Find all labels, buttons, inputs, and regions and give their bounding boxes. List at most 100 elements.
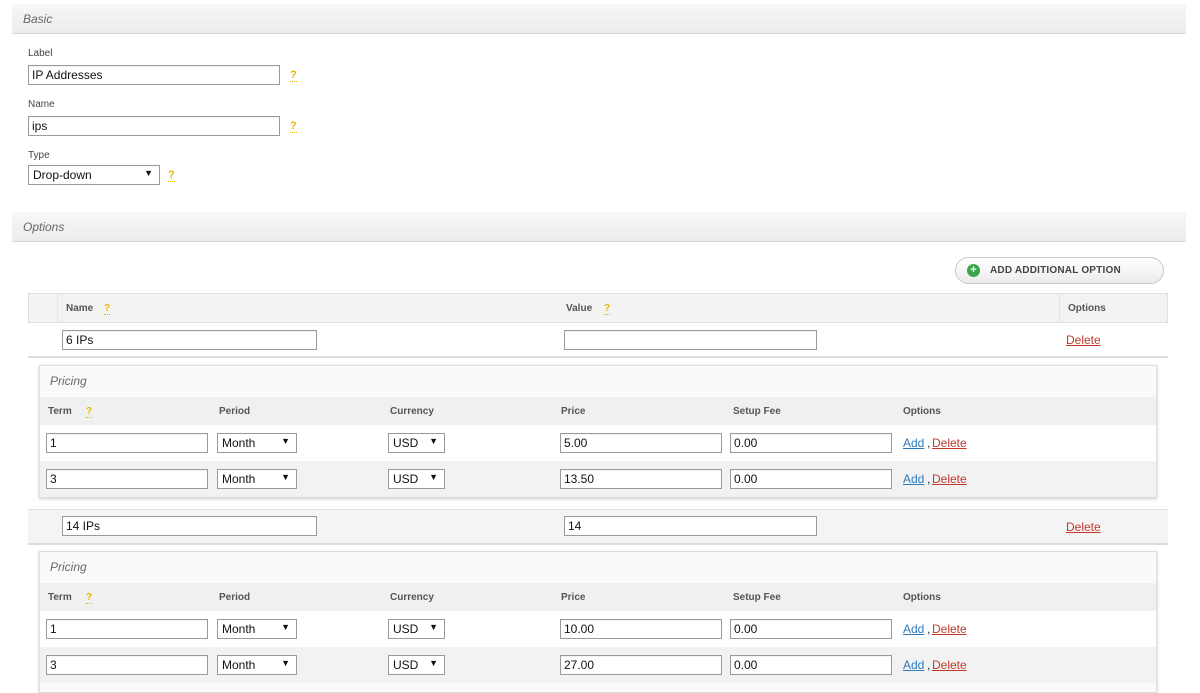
period-select-value: Month: [222, 658, 256, 672]
column-header-price: Price: [561, 592, 586, 603]
label-input[interactable]: [28, 65, 280, 85]
basic-section-header: Basic: [12, 4, 1186, 34]
add-additional-option-label: ADD ADDITIONAL OPTION: [990, 265, 1121, 276]
pricing-header: Term ? Period Currency Price Setup Fee O…: [40, 397, 1156, 425]
price-input[interactable]: [560, 619, 722, 639]
dropdown-arrow-icon: ▼: [281, 658, 290, 668]
name-input[interactable]: [28, 116, 280, 136]
add-pricing-link[interactable]: Add: [903, 622, 924, 636]
link-separator: ,: [927, 436, 931, 450]
column-header-currency: Currency: [390, 406, 434, 417]
currency-select[interactable]: USD ▼: [388, 469, 445, 489]
option-value-input[interactable]: [564, 330, 817, 350]
dropdown-arrow-icon: ▼: [429, 658, 438, 668]
help-icon[interactable]: ?: [290, 121, 297, 133]
pricing-title: Pricing: [50, 374, 87, 388]
pricing-row: Month ▼ USD ▼ Add , Delete: [40, 461, 1156, 497]
currency-select-value: USD: [393, 436, 419, 450]
term-input[interactable]: [46, 619, 208, 639]
column-header-options: Options: [903, 592, 941, 603]
setup-fee-input[interactable]: [730, 433, 892, 453]
column-header-setup-fee: Setup Fee: [733, 406, 781, 417]
delete-option-link[interactable]: Delete: [1066, 520, 1101, 534]
column-header-period: Period: [219, 406, 251, 417]
link-separator: ,: [927, 658, 931, 672]
currency-select[interactable]: USD ▼: [388, 655, 445, 675]
column-header-term: Term: [48, 592, 72, 603]
dropdown-arrow-icon: ▼: [144, 168, 153, 178]
column-header-options: Options: [1068, 303, 1106, 314]
setup-fee-input[interactable]: [730, 469, 892, 489]
column-header-setup-fee: Setup Fee: [733, 592, 781, 603]
column-divider: [1059, 294, 1060, 322]
term-input[interactable]: [46, 655, 208, 675]
delete-pricing-link[interactable]: Delete: [932, 436, 967, 450]
setup-fee-input[interactable]: [730, 619, 892, 639]
term-input[interactable]: [46, 433, 208, 453]
dropdown-arrow-icon: ▼: [429, 472, 438, 482]
column-header-term: Term: [48, 406, 72, 417]
period-select[interactable]: Month ▼: [217, 655, 297, 675]
link-separator: ,: [927, 472, 931, 486]
pricing-row: Month ▼ USD ▼ Add , Delete: [40, 611, 1156, 647]
type-select[interactable]: Drop-down ▼: [28, 165, 160, 185]
column-header-price: Price: [561, 406, 586, 417]
options-table-header: [28, 293, 1168, 323]
column-header-currency: Currency: [390, 592, 434, 603]
pricing-panel: Pricing Term ? Period Currency Price Set…: [39, 365, 1157, 498]
price-input[interactable]: [560, 433, 722, 453]
help-icon[interactable]: ?: [290, 70, 297, 82]
pricing-panel: Pricing Term ? Period Currency Price Set…: [39, 551, 1157, 693]
link-separator: ,: [927, 622, 931, 636]
period-select-value: Month: [222, 472, 256, 486]
help-icon[interactable]: ?: [104, 303, 111, 315]
currency-select-value: USD: [393, 658, 419, 672]
help-icon[interactable]: ?: [604, 303, 611, 315]
currency-select-value: USD: [393, 472, 419, 486]
help-icon[interactable]: ?: [86, 406, 93, 418]
price-input[interactable]: [560, 469, 722, 489]
column-header-value: Value: [566, 303, 593, 314]
dropdown-arrow-icon: ▼: [281, 472, 290, 482]
price-input[interactable]: [560, 655, 722, 675]
period-select[interactable]: Month ▼: [217, 469, 297, 489]
pricing-header: Term ? Period Currency Price Setup Fee O…: [40, 583, 1156, 611]
label-field-label: Label: [28, 48, 53, 59]
pricing-row: Month ▼ USD ▼ Add , Delete: [40, 647, 1156, 683]
currency-select-value: USD: [393, 622, 419, 636]
column-header-name: Name: [66, 303, 94, 314]
option-name-input[interactable]: [62, 330, 317, 350]
currency-select[interactable]: USD ▼: [388, 619, 445, 639]
add-pricing-link[interactable]: Add: [903, 658, 924, 672]
delete-option-link[interactable]: Delete: [1066, 333, 1101, 347]
pricing-title: Pricing: [50, 560, 87, 574]
options-section-header: Options: [12, 212, 1186, 242]
dropdown-arrow-icon: ▼: [429, 436, 438, 446]
dropdown-arrow-icon: ▼: [281, 622, 290, 632]
add-pricing-link[interactable]: Add: [903, 436, 924, 450]
add-pricing-link[interactable]: Add: [903, 472, 924, 486]
plus-circle-icon: +: [967, 264, 980, 277]
period-select-value: Month: [222, 436, 256, 450]
dropdown-arrow-icon: ▼: [429, 622, 438, 632]
dropdown-arrow-icon: ▼: [281, 436, 290, 446]
period-select[interactable]: Month ▼: [217, 433, 297, 453]
delete-pricing-link[interactable]: Delete: [932, 622, 967, 636]
column-header-period: Period: [219, 592, 251, 603]
delete-pricing-link[interactable]: Delete: [932, 472, 967, 486]
currency-select[interactable]: USD ▼: [388, 433, 445, 453]
type-select-value: Drop-down: [33, 168, 92, 182]
pricing-row: Month ▼ USD ▼ Add , Delete: [40, 425, 1156, 461]
option-value-input[interactable]: [564, 516, 817, 536]
column-header-options: Options: [903, 406, 941, 417]
add-additional-option-button[interactable]: + ADD ADDITIONAL OPTION: [955, 257, 1164, 284]
help-icon[interactable]: ?: [86, 592, 93, 604]
period-select-value: Month: [222, 622, 256, 636]
help-icon[interactable]: ?: [168, 170, 175, 182]
period-select[interactable]: Month ▼: [217, 619, 297, 639]
option-name-input[interactable]: [62, 516, 317, 536]
setup-fee-input[interactable]: [730, 655, 892, 675]
delete-pricing-link[interactable]: Delete: [932, 658, 967, 672]
term-input[interactable]: [46, 469, 208, 489]
type-field-label: Type: [28, 150, 50, 161]
